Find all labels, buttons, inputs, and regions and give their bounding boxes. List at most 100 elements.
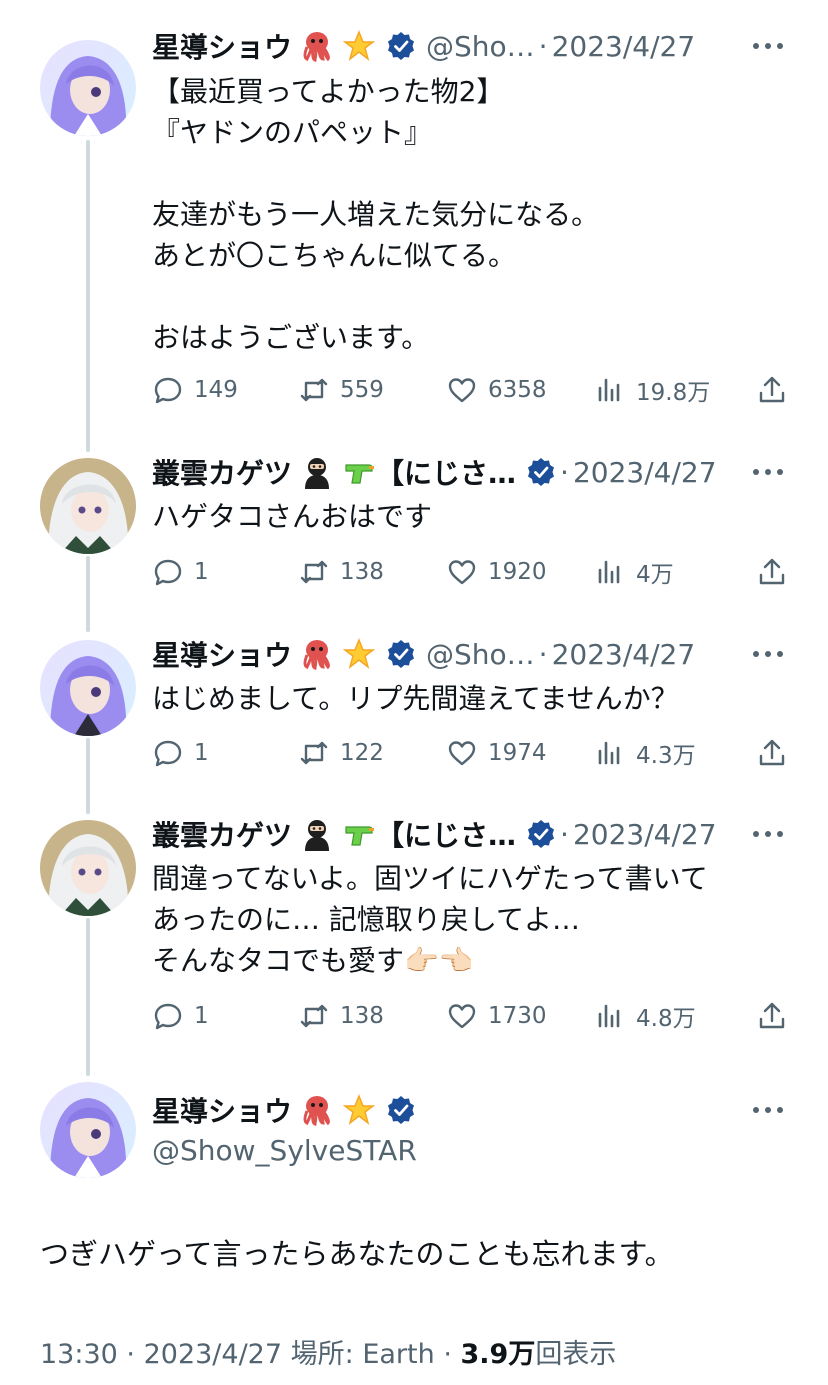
glowing-star-emoji [342, 1093, 376, 1127]
analytics-icon [598, 560, 620, 584]
display-name-suffix[interactable]: 【にじさ… [376, 814, 516, 854]
avatar[interactable] [40, 820, 136, 916]
tweet-actions: 1 122 1974 4.3万 [152, 733, 788, 773]
tweet-header: 星導ショウ @Sho… · 2023/4/27 [152, 26, 788, 66]
views-button[interactable]: 4.3万 [594, 733, 696, 773]
share-icon [759, 558, 785, 585]
heart-icon [448, 1004, 476, 1029]
share-button[interactable] [756, 996, 788, 1036]
like-count: 1730 [488, 1003, 547, 1029]
retweet-count: 122 [340, 740, 384, 766]
tweet-date[interactable]: 2023/4/27 [573, 818, 717, 851]
verified-badge-icon [386, 1095, 416, 1125]
more-options-icon[interactable] [748, 636, 788, 672]
retweet-button[interactable]: 138 [298, 552, 384, 592]
verified-badge-icon [526, 819, 556, 849]
tweet-meta: 13:30 · 2023/4/27 場所: Earth · 3.9万回表示 [40, 1332, 616, 1371]
avatar[interactable] [40, 40, 136, 136]
separator-dot: · [560, 817, 569, 851]
display-name[interactable]: 叢雲カゲツ [152, 814, 292, 854]
water-pistol-emoji [342, 455, 376, 489]
thread-line [86, 556, 90, 632]
thread-line [86, 738, 90, 814]
share-icon [759, 376, 785, 403]
share-button[interactable] [756, 733, 788, 773]
reply-count: 1 [194, 559, 209, 585]
like-button[interactable]: 1920 [446, 552, 547, 592]
more-options-icon[interactable] [748, 816, 788, 852]
tweet-time[interactable]: 13:30 [40, 1339, 118, 1370]
tweet-text: はじめまして。リプ先間違えてませんか？ [152, 682, 679, 715]
display-name[interactable]: 星導ショウ [152, 634, 292, 674]
handle[interactable]: @Sho… [426, 638, 535, 671]
water-pistol-emoji [342, 817, 376, 851]
avatar[interactable] [40, 640, 136, 736]
views-count: 4万 [636, 562, 674, 588]
separator-dot: · [126, 1339, 135, 1370]
reply-button[interactable]: 149 [152, 370, 238, 410]
tweet-date[interactable]: 2023/4/27 [573, 456, 717, 489]
separator-dot: · [443, 1339, 452, 1370]
tweet-text: 【最近買ってよかった物2】 『ヤドンのパペット』 友達がもう一人増えた気分になる… [152, 75, 600, 354]
retweet-count: 559 [340, 377, 384, 403]
retweet-count: 138 [340, 1003, 384, 1029]
display-name[interactable]: 星導ショウ [152, 1090, 292, 1130]
tweet-actions: 149 559 6358 19.8万 [152, 370, 788, 410]
display-name[interactable]: 叢雲カゲツ [152, 452, 292, 492]
tweet-date[interactable]: 2023/4/27 [552, 30, 696, 63]
separator-dot: · [538, 637, 548, 671]
views-button[interactable]: 4.8万 [594, 996, 696, 1036]
like-button[interactable]: 6358 [446, 370, 547, 410]
tweet-actions: 1 138 1920 4万 [152, 552, 788, 592]
tweet-text: ハゲタコさんおはです [152, 500, 433, 533]
views-button[interactable]: 4万 [594, 552, 674, 592]
share-button[interactable] [756, 370, 788, 410]
tweet-text: 間違ってないよ。固ツイにハゲたって書いて あったのに… 記憶取り戻してよ… そん… [152, 862, 708, 977]
retweet-button[interactable]: 138 [298, 996, 384, 1036]
tweet-location: 場所: Earth [290, 1339, 435, 1370]
glowing-star-emoji [342, 29, 376, 63]
reply-button[interactable]: 1 [152, 733, 209, 773]
main-tweet-header: 星導ショウ [152, 1090, 416, 1130]
tweet-actions: 1 138 1730 4.8万 [152, 996, 788, 1036]
analytics-icon [598, 378, 620, 402]
reply-button[interactable]: 1 [152, 552, 209, 592]
more-options-icon[interactable] [748, 1092, 788, 1128]
share-icon [759, 739, 785, 766]
ninja-emoji [300, 817, 334, 851]
like-button[interactable]: 1974 [446, 733, 547, 773]
reply-icon [154, 1003, 182, 1030]
thread-line [86, 140, 90, 452]
octopus-emoji [300, 29, 334, 63]
share-button[interactable] [756, 552, 788, 592]
display-name-suffix[interactable]: 【にじさ… [376, 452, 516, 492]
handle[interactable]: @Sho… [426, 30, 535, 63]
verified-badge-icon [386, 639, 416, 669]
like-button[interactable]: 1730 [446, 996, 547, 1036]
heart-icon [448, 560, 476, 585]
more-options-icon[interactable] [748, 28, 788, 64]
glowing-star-emoji [342, 637, 376, 671]
reply-button[interactable]: 1 [152, 996, 209, 1036]
handle[interactable]: @Show_SylveSTAR [152, 1134, 417, 1167]
avatar[interactable] [40, 458, 136, 554]
retweet-icon [300, 378, 328, 402]
heart-icon [448, 741, 476, 766]
like-count: 6358 [488, 377, 547, 403]
reply-icon [154, 559, 182, 586]
views-button[interactable]: 19.8万 [594, 370, 710, 410]
tweet-date[interactable]: 2023/4/27 [552, 638, 696, 671]
views-count: 4.8万 [636, 1006, 696, 1032]
retweet-button[interactable]: 122 [298, 733, 384, 773]
reply-count: 149 [194, 377, 238, 403]
tweet-date[interactable]: 2023/4/27 [144, 1339, 282, 1370]
tweet-header: 叢雲カゲツ 【にじさ… · 2023/4/27 [152, 452, 788, 492]
views-count: 19.8万 [636, 380, 711, 406]
thread-line [86, 918, 90, 1076]
retweet-icon [300, 560, 328, 584]
display-name[interactable]: 星導ショウ [152, 26, 292, 66]
more-options-icon[interactable] [748, 454, 788, 490]
avatar[interactable] [40, 1082, 136, 1178]
octopus-emoji [300, 637, 334, 671]
retweet-button[interactable]: 559 [298, 370, 384, 410]
